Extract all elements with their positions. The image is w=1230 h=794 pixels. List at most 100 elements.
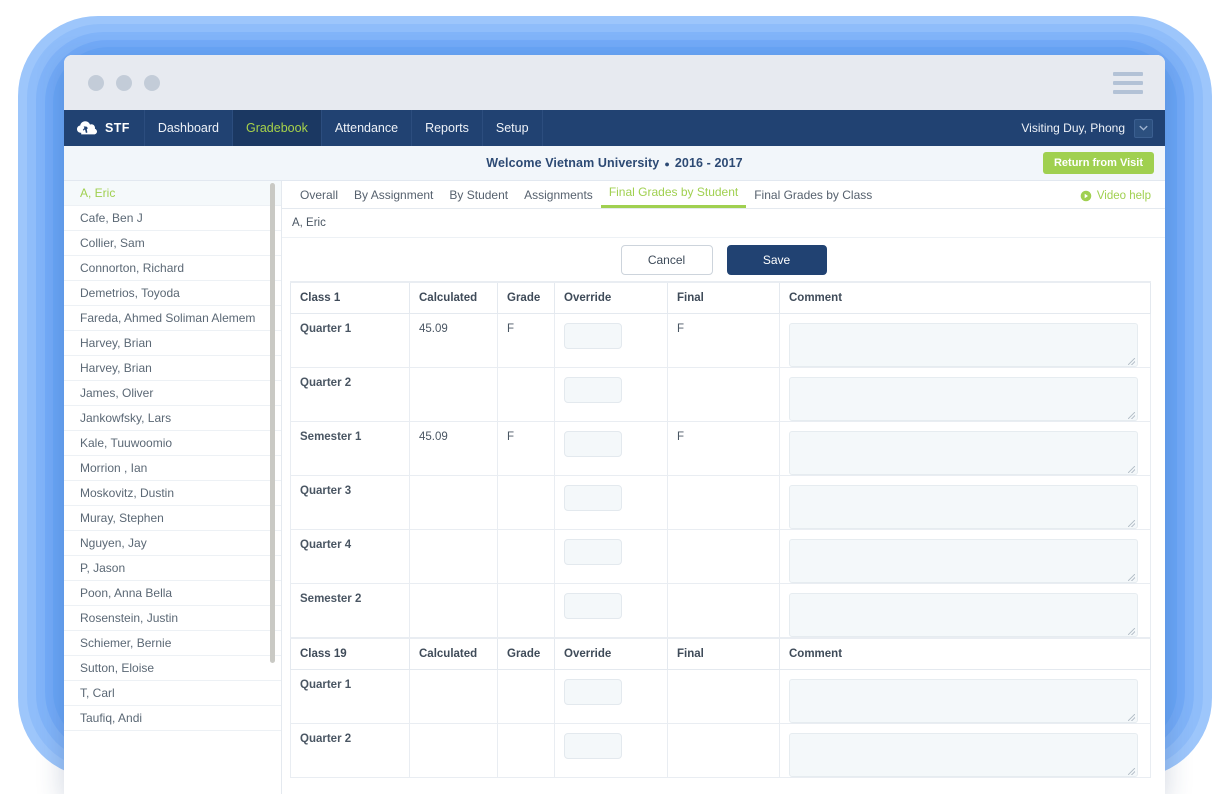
student-list-item[interactable]: Demetrios, Toyoda [64,281,281,306]
table-row: Quarter 1 [291,670,1151,724]
chevron-down-icon[interactable] [1134,119,1153,138]
nav-item-dashboard[interactable]: Dashboard [144,110,232,146]
table-row: Quarter 4 [291,530,1151,584]
final-value [668,368,780,422]
comment-textarea[interactable] [789,593,1138,637]
student-list-item[interactable]: Taufiq, Andi [64,706,281,731]
maximize-dot-icon[interactable] [144,75,160,91]
table-header-row: Class 1CalculatedGradeOverrideFinalComme… [291,282,1151,314]
tab-final-grades-by-student[interactable]: Final Grades by Student [601,185,746,208]
comment-textarea[interactable] [789,377,1138,421]
gradebook-tabs: OverallBy AssignmentBy StudentAssignment… [282,181,1165,209]
app-navbar: STF Dashboard Gradebook Attendance Repor… [64,110,1165,146]
final-value: F [668,314,780,368]
welcome-bar: Welcome Vietnam University●2016 - 2017 R… [64,146,1165,181]
calculated-value [410,530,498,584]
comment-textarea[interactable] [789,485,1138,529]
nav-item-setup[interactable]: Setup [482,110,542,146]
nav-item-gradebook[interactable]: Gradebook [232,110,321,146]
comment-textarea[interactable] [789,539,1138,583]
student-list-item[interactable]: Poon, Anna Bella [64,581,281,606]
cancel-button[interactable]: Cancel [621,245,713,275]
user-menu[interactable]: Visiting Duy, Phong [1011,110,1165,146]
final-value [668,724,780,778]
close-dot-icon[interactable] [88,75,104,91]
tab-by-student[interactable]: By Student [441,188,516,208]
tab-by-assignment[interactable]: By Assignment [346,188,441,208]
sidebar-scrollbar[interactable] [270,181,275,794]
comment-textarea[interactable] [789,431,1138,475]
comment-cell [780,584,1151,639]
sidebar-scrollbar-thumb[interactable] [270,183,275,663]
student-list-item[interactable]: Collier, Sam [64,231,281,256]
final-value [668,584,780,639]
main-panel: OverallBy AssignmentBy StudentAssignment… [282,181,1165,794]
selected-student-name: A, Eric [282,209,1165,238]
brand[interactable]: STF [64,110,144,146]
comment-textarea[interactable] [789,323,1138,367]
student-list-item[interactable]: Harvey, Brian [64,356,281,381]
nav-item-attendance[interactable]: Attendance [321,110,411,146]
comment-textarea[interactable] [789,733,1138,777]
student-sidebar: A, EricCafe, Ben JCollier, SamConnorton,… [64,181,282,794]
student-list-item[interactable]: James, Oliver [64,381,281,406]
calculated-value: 45.09 [410,422,498,476]
override-input[interactable] [564,593,622,619]
nav-item-reports[interactable]: Reports [411,110,482,146]
tab-assignments[interactable]: Assignments [516,188,601,208]
video-help-link[interactable]: Video help [1080,190,1151,202]
column-header-comment: Comment [780,638,1151,670]
table-row: Quarter 2 [291,368,1151,422]
column-header-grade: Grade [498,282,555,314]
override-input[interactable] [564,485,622,511]
student-list-item[interactable]: Jankowfsky, Lars [64,406,281,431]
student-list-item[interactable]: Nguyen, Jay [64,531,281,556]
student-list-item[interactable]: Moskovitz, Dustin [64,481,281,506]
calculated-value: 45.09 [410,314,498,368]
student-list-item[interactable]: P, Jason [64,556,281,581]
student-list-item[interactable]: Sutton, Eloise [64,656,281,681]
override-input[interactable] [564,323,622,349]
student-list-item[interactable]: Cafe, Ben J [64,206,281,231]
grade-value: F [498,422,555,476]
override-input[interactable] [564,431,622,457]
return-from-visit-button[interactable]: Return from Visit [1043,152,1154,174]
override-cell [555,422,668,476]
student-list-item[interactable]: Connorton, Richard [64,256,281,281]
hamburger-icon[interactable] [1113,72,1143,94]
override-input[interactable] [564,733,622,759]
override-cell [555,584,668,639]
student-list-item[interactable]: Morrion , Ian [64,456,281,481]
student-list-item[interactable]: A, Eric [64,181,281,206]
calculated-value [410,584,498,639]
save-button[interactable]: Save [727,245,827,275]
grade-value [498,368,555,422]
final-grades-table: Class 1CalculatedGradeOverrideFinalComme… [290,281,1151,778]
app-body: A, EricCafe, Ben JCollier, SamConnorton,… [64,181,1165,794]
student-list-item[interactable]: Schiemer, Bernie [64,631,281,656]
tab-final-grades-by-class[interactable]: Final Grades by Class [746,188,880,208]
calculated-value [410,724,498,778]
student-list-item[interactable]: Rosenstein, Justin [64,606,281,631]
student-list-item[interactable]: Kale, Tuuwoomio [64,431,281,456]
student-list-item[interactable]: Harvey, Brian [64,331,281,356]
navbar-spacer [542,110,1012,146]
student-list-item[interactable]: Fareda, Ahmed Soliman Alemem [64,306,281,331]
column-header-calculated: Calculated [410,282,498,314]
comment-cell [780,368,1151,422]
column-header-class-name: Class 19 [291,638,410,670]
table-row: Semester 145.09FF [291,422,1151,476]
student-list-item[interactable]: Muray, Stephen [64,506,281,531]
override-cell [555,724,668,778]
override-input[interactable] [564,377,622,403]
comment-textarea[interactable] [789,679,1138,723]
welcome-prefix: Welcome Vietnam University [486,156,659,170]
tab-overall[interactable]: Overall [292,188,346,208]
cloud-logo-icon [76,120,98,137]
student-list: A, EricCafe, Ben JCollier, SamConnorton,… [64,181,281,731]
override-input[interactable] [564,679,622,705]
table-row: Quarter 2 [291,724,1151,778]
override-input[interactable] [564,539,622,565]
student-list-item[interactable]: T, Carl [64,681,281,706]
minimize-dot-icon[interactable] [116,75,132,91]
